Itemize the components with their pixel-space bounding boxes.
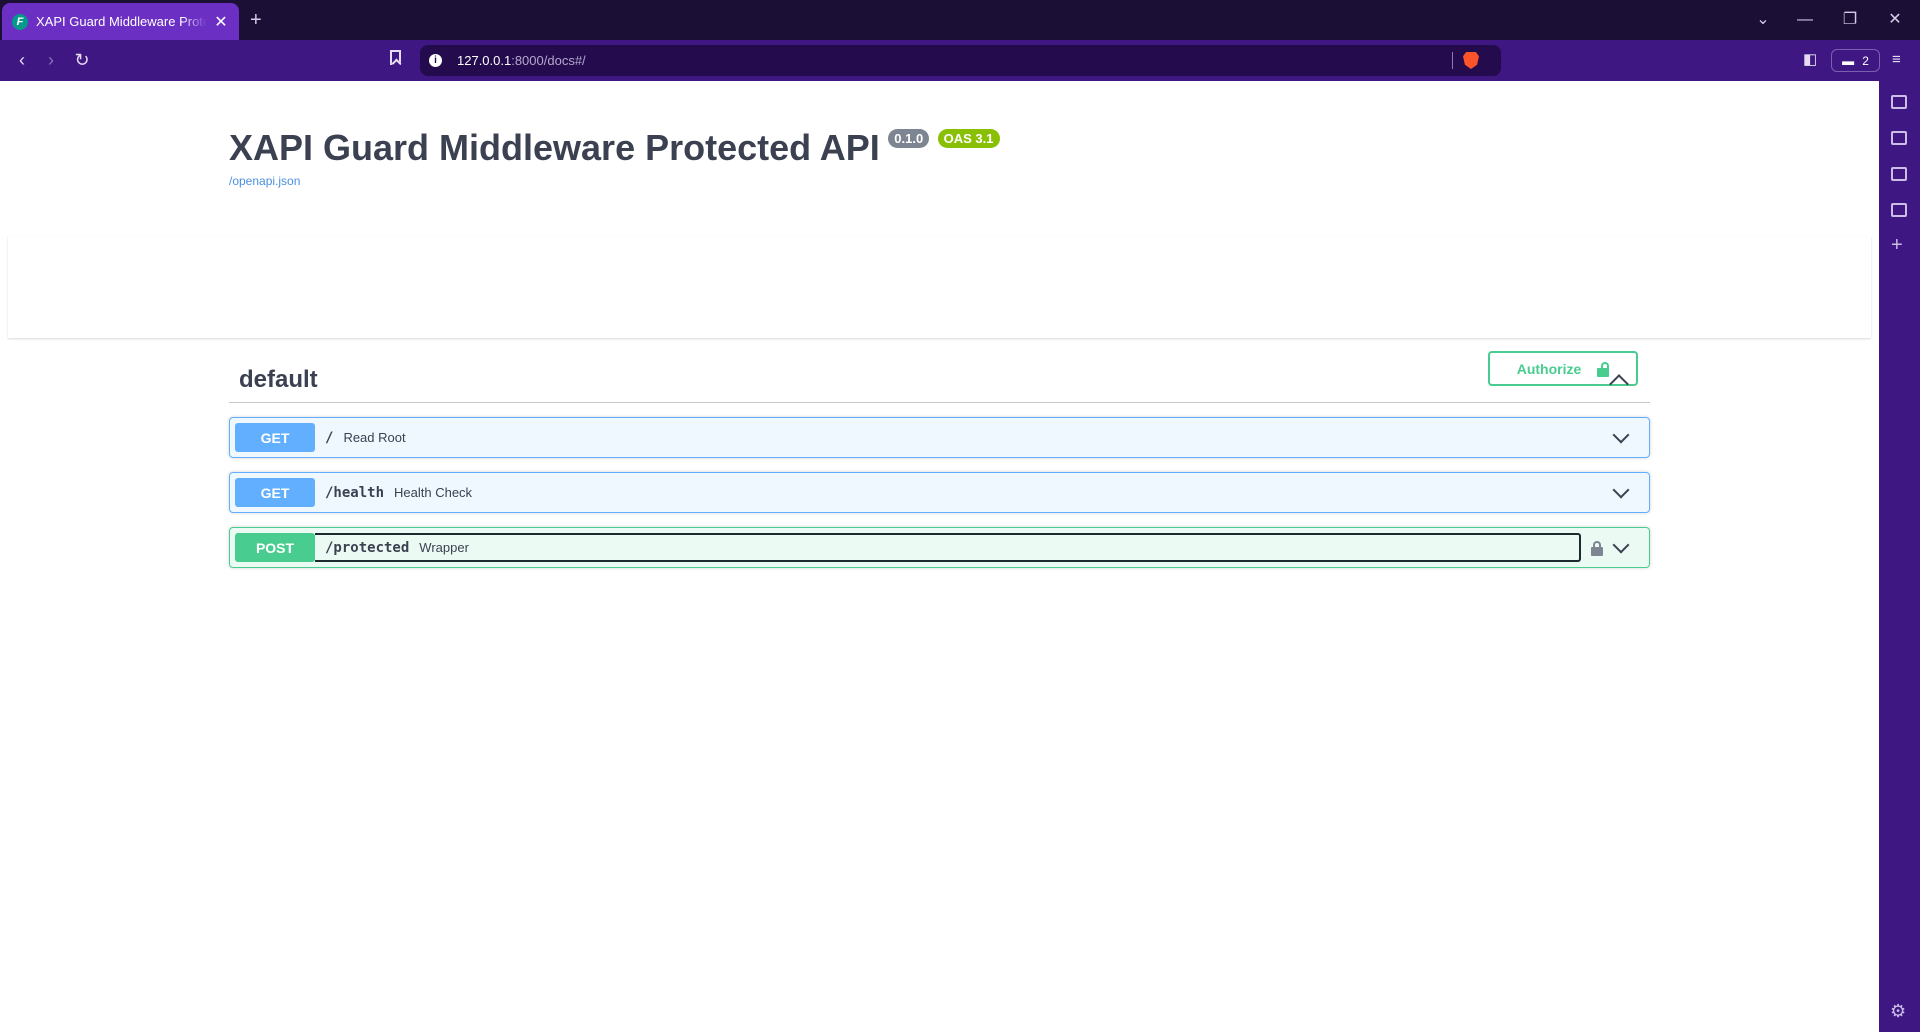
tab-strip: F XAPI Guard Middleware Protected API ✕ … xyxy=(0,0,1920,40)
method-badge: POST xyxy=(235,533,315,562)
operation-summary: Health Check xyxy=(394,485,473,500)
window-close-icon[interactable]: ✕ xyxy=(1880,8,1910,32)
url-host: 127.0.0.1 xyxy=(457,53,512,68)
vpn-badge[interactable]: ▬ 2 xyxy=(1831,49,1880,72)
openapi-json-link[interactable]: /openapi.json xyxy=(229,174,1000,188)
leo-ai-icon[interactable] xyxy=(1891,95,1907,109)
operation-summary: Wrapper xyxy=(419,540,469,555)
tab-search-chevron-icon[interactable]: ⌄ xyxy=(1748,8,1778,32)
operation-path: /health xyxy=(325,484,385,501)
opblock-summary[interactable]: /health Health Check xyxy=(315,478,1605,507)
opblock-post-protected[interactable]: POST /protected Wrapper xyxy=(229,527,1650,568)
site-info-icon[interactable]: i xyxy=(429,54,442,67)
url-text: 127.0.0.1:8000/docs#/ xyxy=(457,53,586,68)
new-tab-icon[interactable]: + xyxy=(250,8,262,32)
opblock-summary[interactable]: / Read Root xyxy=(315,423,1605,452)
operation-lock-icon[interactable] xyxy=(1591,540,1603,556)
settings-gear-icon[interactable]: ⚙ xyxy=(1890,1001,1906,1022)
tab-title: XAPI Guard Middleware Protected API xyxy=(36,14,207,29)
add-panel-icon[interactable]: + xyxy=(1891,235,1903,255)
bookmark-icon[interactable] xyxy=(390,50,401,65)
operation-summary: Read Root xyxy=(343,430,406,445)
browser-tab-active[interactable]: F XAPI Guard Middleware Protected API ✕ xyxy=(2,3,239,40)
chevron-down-icon[interactable] xyxy=(1612,481,1630,498)
method-badge: GET xyxy=(235,478,315,507)
forward-icon[interactable]: › xyxy=(39,48,63,72)
tag-name: default xyxy=(239,366,318,393)
menu-icon[interactable]: ≡ xyxy=(1892,48,1901,72)
minimize-icon[interactable]: — xyxy=(1790,8,1820,32)
version-badge: 0.1.0 xyxy=(888,129,930,148)
opblock-get-root[interactable]: GET / Read Root xyxy=(229,417,1650,458)
sidebar-toggle-icon[interactable]: ◧ xyxy=(1803,48,1817,72)
brave-shields-icon[interactable] xyxy=(1463,52,1479,69)
tag-header[interactable]: default xyxy=(229,358,1650,403)
opblock-get-health[interactable]: GET /health Health Check xyxy=(229,472,1650,513)
chevron-up-icon[interactable] xyxy=(1609,374,1629,394)
operation-path: /protected xyxy=(325,539,410,556)
operation-path: / xyxy=(325,429,334,446)
chevron-down-icon[interactable] xyxy=(1612,536,1630,553)
url-path: :8000/docs#/ xyxy=(511,53,586,68)
scheme-container: Authorize xyxy=(8,236,1871,386)
oas-badge: OAS 3.1 xyxy=(937,129,1000,148)
wallet-icon[interactable] xyxy=(1891,131,1907,145)
opblock-summary[interactable]: /protected Wrapper xyxy=(315,533,1581,562)
method-badge: GET xyxy=(235,423,315,452)
reading-list-icon[interactable] xyxy=(1891,203,1907,217)
tag-section-default: default GET / Read Root GET /health Heal… xyxy=(229,358,1650,568)
tab-close-icon[interactable]: ✕ xyxy=(213,12,229,32)
glasses-icon: ▬ xyxy=(1842,53,1855,68)
restore-icon[interactable]: ❐ xyxy=(1835,8,1865,32)
address-bar[interactable]: i 127.0.0.1:8000/docs#/ xyxy=(420,45,1501,76)
reload-icon[interactable]: ↻ xyxy=(70,48,94,72)
vpn-count: 2 xyxy=(1862,53,1869,68)
address-bar-divider xyxy=(1452,52,1453,69)
fastapi-favicon-icon: F xyxy=(12,13,28,30)
bookmarks-icon[interactable] xyxy=(1891,167,1907,181)
browser-toolbar: ‹ › ↻ i 127.0.0.1:8000/docs#/ ◧ ▬ 2 ≡ xyxy=(0,40,1920,81)
browser-sidebar: + ⚙ xyxy=(1879,81,1920,1032)
chevron-down-icon[interactable] xyxy=(1612,426,1630,443)
back-icon[interactable]: ‹ xyxy=(10,48,34,72)
api-info: XAPI Guard Middleware Protected API 0.1.… xyxy=(229,127,1000,188)
page-title: XAPI Guard Middleware Protected API xyxy=(229,127,880,168)
swagger-ui-page: XAPI Guard Middleware Protected API 0.1.… xyxy=(0,81,1879,1032)
